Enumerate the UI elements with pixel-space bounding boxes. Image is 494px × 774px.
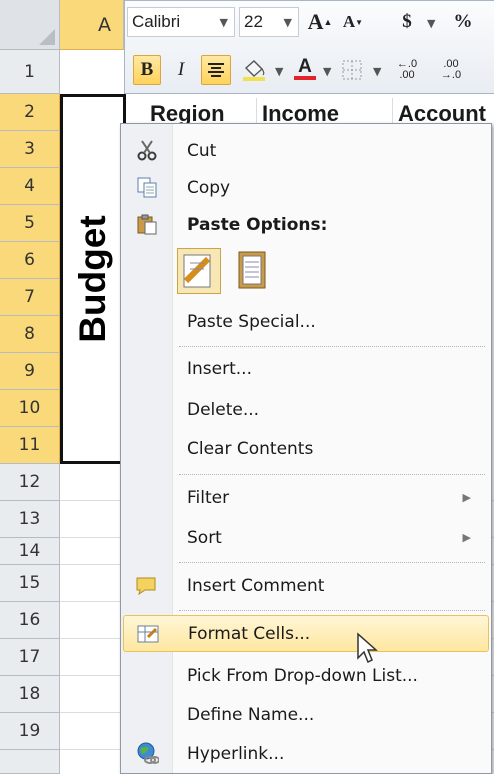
paste-options-label: Paste Options: [187, 214, 328, 235]
font-size-combo[interactable]: 22 ▼ [239, 7, 299, 37]
paste-formatting-icon [183, 254, 211, 288]
paste-options-header: Paste Options: [123, 206, 489, 243]
menu-separator [179, 474, 485, 475]
increase-decimal-button[interactable]: ←.0 .00 [387, 55, 427, 85]
menu-item-pick-from-list-label: Pick From Drop-down List... [187, 665, 418, 686]
menu-item-sort-label: Sort [187, 527, 222, 548]
menu-item-sort[interactable]: Sort ▶ [123, 519, 489, 556]
font-name-value: Calibri [132, 12, 181, 31]
borders-icon [342, 60, 362, 80]
mouse-pointer-icon [356, 632, 382, 666]
align-center-icon [208, 63, 224, 77]
chevron-down-icon[interactable]: ▼ [323, 65, 331, 78]
row-header-6[interactable]: 6 [0, 242, 60, 279]
format-cells-icon [136, 622, 160, 646]
menu-item-define-name-label: Define Name... [187, 704, 315, 725]
font-size-value: 22 [244, 12, 263, 31]
menu-item-cut[interactable]: Cut [123, 132, 489, 169]
menu-item-format-cells-label: Format Cells... [188, 623, 311, 644]
column-header-a[interactable]: A [60, 0, 124, 50]
row-header-1[interactable]: 1 [0, 50, 60, 94]
clipboard-icon [135, 212, 159, 236]
row-header-7[interactable]: 7 [0, 279, 60, 316]
menu-item-insert[interactable]: Insert... [123, 350, 489, 387]
submenu-arrow-icon: ▶ [462, 531, 471, 544]
menu-separator [179, 610, 485, 611]
menu-separator [179, 562, 485, 563]
menu-item-paste-special-label: Paste Special... [187, 311, 316, 332]
menu-separator [179, 346, 485, 347]
select-all-corner[interactable] [0, 0, 60, 50]
grow-font-button[interactable]: A ▲ [305, 7, 335, 37]
menu-item-delete-label: Delete... [187, 399, 260, 420]
chevron-down-icon: ▼ [283, 15, 292, 29]
decrease-decimal-button[interactable]: .00 →.0 [431, 55, 471, 85]
borders-button[interactable] [337, 55, 367, 85]
font-name-combo[interactable]: Calibri ▼ [127, 7, 235, 37]
submenu-arrow-icon: ▶ [462, 491, 471, 504]
menu-item-clear-contents[interactable]: Clear Contents [123, 430, 489, 467]
scissors-icon [135, 138, 159, 162]
row-header-3[interactable]: 3 [0, 131, 60, 168]
copy-icon [135, 175, 159, 199]
row-header-18[interactable]: 18 [0, 676, 60, 713]
mini-toolbar: Calibri ▼ 22 ▼ A ▲ A ▼ $ ▼ % B I ▼ A ▼ ▼… [124, 0, 494, 94]
chevron-down-icon[interactable]: ▼ [373, 65, 381, 78]
percent-button[interactable]: % [451, 7, 475, 37]
shrink-font-button[interactable]: A ▼ [339, 7, 367, 37]
font-color-swatch [294, 75, 316, 80]
menu-item-filter-label: Filter [187, 487, 230, 508]
row-header-4[interactable]: 4 [0, 168, 60, 205]
menu-item-paste-special[interactable]: Paste Special... [123, 303, 489, 340]
menu-item-insert-comment[interactable]: Insert Comment [123, 567, 489, 604]
row-header-16[interactable]: 16 [0, 602, 60, 639]
currency-button[interactable]: $ [395, 7, 419, 37]
globe-link-icon [135, 741, 159, 765]
row-header-2[interactable]: 2 [0, 94, 60, 131]
row-header-17[interactable]: 17 [0, 639, 60, 676]
menu-item-insert-comment-label: Insert Comment [187, 575, 325, 596]
chevron-down-icon[interactable]: ▼ [275, 65, 283, 78]
paste-keep-formatting-button[interactable] [177, 248, 221, 294]
menu-item-define-name[interactable]: Define Name... [123, 696, 489, 733]
paint-bucket-icon [243, 60, 265, 81]
menu-item-copy[interactable]: Copy [123, 169, 489, 206]
row-header-12[interactable]: 12 [0, 464, 60, 501]
menu-item-cut-label: Cut [187, 140, 217, 161]
row-header-14[interactable]: 14 [0, 538, 60, 565]
context-menu: Cut Copy Paste Options: Paste Special...… [120, 123, 492, 774]
menu-item-hyperlink[interactable]: Hyperlink... [123, 735, 489, 772]
menu-item-hyperlink-label: Hyperlink... [187, 743, 285, 764]
chevron-down-icon[interactable]: ▼ [427, 17, 435, 30]
chevron-down-icon: ▼ [219, 15, 228, 29]
budget-merged-cell[interactable]: Budget [60, 94, 126, 464]
paste-values-button[interactable] [231, 248, 275, 294]
paste-values-icon [238, 251, 266, 289]
menu-item-delete[interactable]: Delete... [123, 391, 489, 428]
row-header-10[interactable]: 10 [0, 390, 60, 427]
row-header-9[interactable]: 9 [0, 353, 60, 390]
row-header-13[interactable]: 13 [0, 501, 60, 538]
row-header-19[interactable]: 19 [0, 713, 60, 750]
font-color-button[interactable]: A [291, 53, 319, 83]
row-header-20[interactable] [0, 750, 60, 774]
menu-item-filter[interactable]: Filter ▶ [123, 479, 489, 516]
row-header-15[interactable]: 15 [0, 565, 60, 602]
menu-item-format-cells[interactable]: Format Cells... [123, 615, 489, 652]
italic-button[interactable]: I [169, 55, 193, 85]
menu-item-pick-from-list[interactable]: Pick From Drop-down List... [123, 657, 489, 694]
bold-button[interactable]: B [133, 55, 161, 85]
fill-color-button[interactable] [237, 55, 271, 85]
budget-label: Budget [72, 215, 113, 343]
center-align-button[interactable] [201, 55, 231, 85]
row-header-8[interactable]: 8 [0, 316, 60, 353]
menu-item-insert-label: Insert... [187, 358, 252, 379]
menu-item-copy-label: Copy [187, 177, 231, 198]
menu-item-clear-contents-label: Clear Contents [187, 438, 314, 459]
row-header-5[interactable]: 5 [0, 205, 60, 242]
comment-icon [135, 573, 159, 597]
row-header-11[interactable]: 11 [0, 427, 60, 464]
